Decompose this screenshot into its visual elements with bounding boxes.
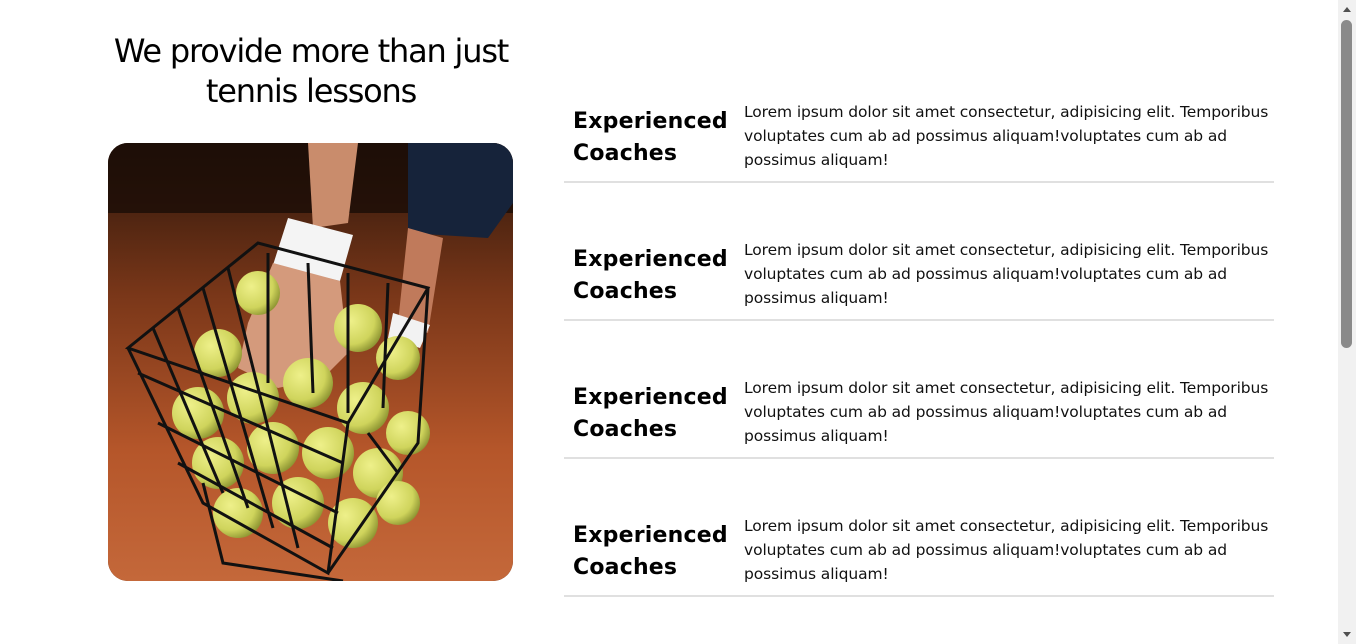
scroll-up-arrow-icon[interactable]: [1338, 2, 1356, 18]
features-list: Experienced Coaches Lorem ipsum dolor si…: [564, 96, 1274, 644]
feature-title: Experienced Coaches: [573, 247, 728, 304]
page: We provide more than just tennis lessons: [0, 0, 1338, 644]
divider: [564, 181, 1274, 183]
divider: [564, 595, 1274, 597]
feature-description: Lorem ipsum dolor sit amet consectetur, …: [744, 103, 1269, 169]
feature-description: Lorem ipsum dolor sit amet consectetur, …: [744, 379, 1269, 445]
feature-description: Lorem ipsum dolor sit amet consectetur, …: [744, 241, 1269, 307]
tennis-ball-basket-image: [108, 143, 513, 581]
feature-item: Experienced Coaches Lorem ipsum dolor si…: [564, 234, 1274, 372]
divider: [564, 319, 1274, 321]
feature-title: Experienced Coaches: [573, 109, 728, 166]
page-title: We provide more than just tennis lessons: [113, 32, 510, 110]
feature-item: Experienced Coaches Lorem ipsum dolor si…: [564, 372, 1274, 510]
feature-item: Experienced Coaches Lorem ipsum dolor si…: [564, 96, 1274, 234]
tennis-ball-basket-icon: [108, 143, 513, 581]
feature-description: Lorem ipsum dolor sit amet consectetur, …: [744, 517, 1269, 583]
feature-item: Experienced Coaches Lorem ipsum dolor si…: [564, 510, 1274, 644]
scrollbar-thumb[interactable]: [1341, 20, 1352, 348]
vertical-scrollbar[interactable]: [1338, 0, 1356, 644]
feature-title: Experienced Coaches: [573, 385, 728, 442]
feature-title: Experienced Coaches: [573, 523, 728, 580]
divider: [564, 457, 1274, 459]
scroll-down-arrow-icon[interactable]: [1338, 626, 1356, 642]
